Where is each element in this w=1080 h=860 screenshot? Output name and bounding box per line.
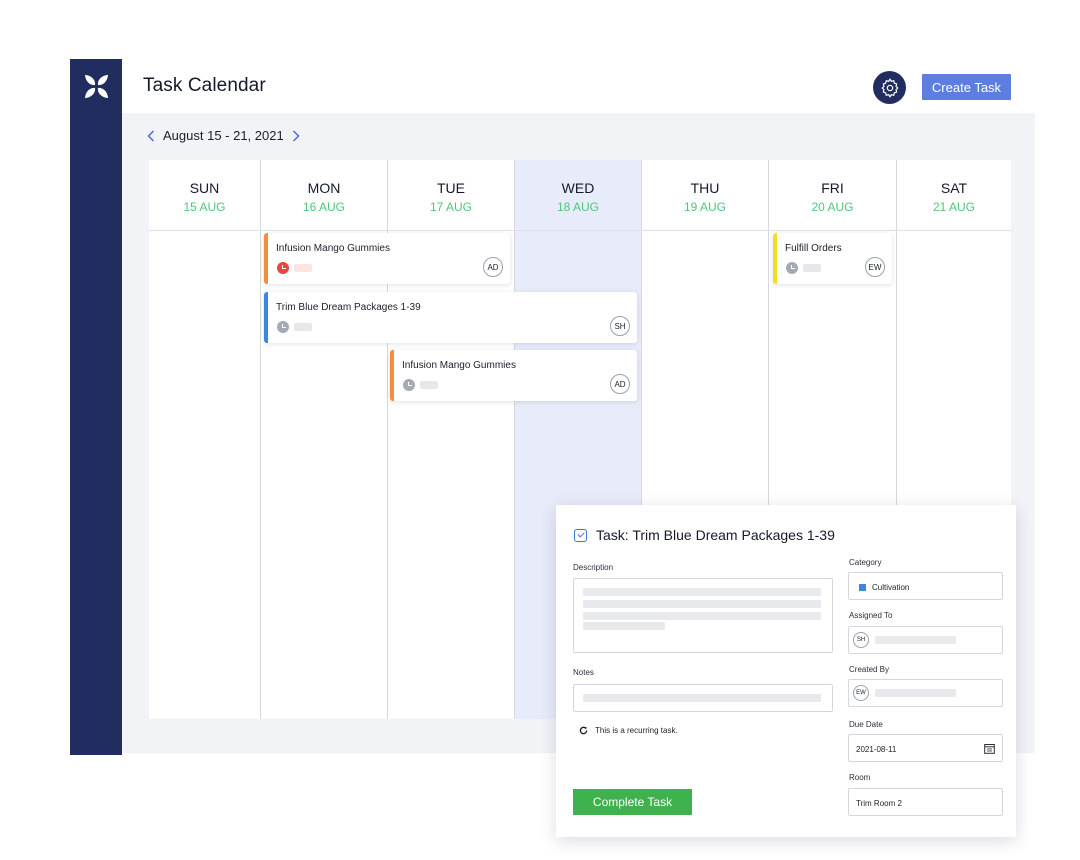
- task-title: Trim Blue Dream Packages 1-39: [276, 302, 421, 313]
- next-week-button[interactable]: [292, 129, 300, 142]
- category-label: Category: [849, 558, 882, 567]
- task-card[interactable]: Infusion Mango Gummies AD: [390, 350, 637, 401]
- task-card[interactable]: Trim Blue Dream Packages 1-39 SH: [264, 292, 637, 343]
- text-placeholder: [583, 694, 821, 702]
- day-date: 21 AUG: [932, 200, 976, 214]
- task-time-placeholder: [294, 323, 312, 331]
- text-placeholder: [875, 636, 956, 644]
- day-date: 17 AUG: [429, 200, 473, 214]
- day-name: THU: [690, 180, 720, 196]
- calendar-icon[interactable]: [984, 743, 995, 754]
- description-label: Description: [573, 563, 614, 572]
- day-date: 15 AUG: [183, 200, 226, 214]
- task-card[interactable]: Infusion Mango Gummies AD: [264, 233, 510, 284]
- day-column-sun[interactable]: SUN 15 AUG: [149, 160, 260, 719]
- task-color-bar: [773, 233, 777, 284]
- clock-icon: [786, 262, 798, 274]
- description-field[interactable]: [573, 578, 833, 653]
- prev-week-button[interactable]: [147, 129, 155, 142]
- assignee-avatar[interactable]: AD: [610, 374, 630, 394]
- notes-field[interactable]: [573, 684, 833, 712]
- clock-icon: [277, 262, 289, 274]
- task-color-bar: [264, 292, 268, 343]
- clock-icon: [403, 379, 415, 391]
- room-label: Room: [849, 773, 871, 782]
- task-title: Fulfill Orders: [785, 243, 842, 254]
- assignee-avatar[interactable]: SH: [610, 316, 630, 336]
- app-logo-icon[interactable]: [83, 73, 110, 100]
- category-value: Cultivation: [872, 583, 910, 592]
- day-name: WED: [561, 180, 595, 196]
- chevron-left-icon: [147, 129, 155, 142]
- week-navigation: August 15 - 21, 2021: [147, 128, 300, 143]
- text-placeholder: [875, 689, 956, 697]
- clock-icon: [277, 321, 289, 333]
- recurring-text: This is a recurring task.: [595, 726, 678, 735]
- task-title: Infusion Mango Gummies: [276, 243, 390, 254]
- due-date-field[interactable]: 2021-08-11: [848, 734, 1003, 762]
- task-checkbox-icon: [574, 529, 587, 542]
- text-placeholder: [583, 622, 665, 630]
- assigned-to-field[interactable]: SH: [848, 626, 1003, 654]
- task-detail-title: Task: Trim Blue Dream Packages 1-39: [596, 527, 835, 543]
- day-name: MON: [307, 180, 341, 196]
- assignee-avatar[interactable]: EW: [865, 257, 885, 277]
- task-color-bar: [264, 233, 268, 284]
- task-color-bar: [390, 350, 394, 401]
- task-detail-panel: Task: Trim Blue Dream Packages 1-39 Desc…: [556, 505, 1016, 837]
- day-name: SUN: [189, 180, 220, 196]
- created-by-label: Created By: [849, 665, 890, 674]
- week-range: August 15 - 21, 2021: [163, 128, 284, 143]
- refresh-icon: [579, 726, 588, 735]
- text-placeholder: [583, 612, 821, 620]
- task-time-placeholder: [294, 264, 312, 272]
- complete-task-button[interactable]: Complete Task: [573, 789, 692, 815]
- task-title: Infusion Mango Gummies: [402, 360, 516, 371]
- day-date: 16 AUG: [302, 200, 346, 214]
- assigned-label: Assigned To: [849, 611, 893, 620]
- room-value: Trim Room 2: [856, 799, 902, 808]
- room-field[interactable]: Trim Room 2: [848, 788, 1003, 816]
- due-date-label: Due Date: [849, 720, 883, 729]
- creator-avatar: EW: [853, 685, 869, 701]
- assignee-avatar[interactable]: AD: [483, 257, 503, 277]
- task-time-placeholder: [420, 381, 438, 389]
- notes-label: Notes: [573, 668, 594, 677]
- day-date: 20 AUG: [811, 200, 854, 214]
- day-name: SAT: [940, 180, 968, 196]
- day-name: TUE: [437, 180, 465, 196]
- created-by-field[interactable]: EW: [848, 679, 1003, 707]
- day-name: FRI: [821, 180, 844, 196]
- sidebar: [70, 59, 122, 755]
- assignee-avatar: SH: [853, 632, 869, 648]
- text-placeholder: [583, 588, 821, 596]
- settings-button[interactable]: [873, 71, 906, 104]
- create-task-button[interactable]: Create Task: [922, 74, 1011, 100]
- day-date: 19 AUG: [683, 200, 727, 214]
- recurring-info: This is a recurring task.: [579, 726, 678, 735]
- task-time-placeholder: [803, 264, 821, 272]
- category-field[interactable]: Cultivation: [848, 572, 1003, 600]
- gear-icon: [880, 77, 899, 98]
- day-date: 18 AUG: [556, 200, 600, 214]
- category-color-swatch: [859, 584, 866, 591]
- chevron-right-icon: [292, 129, 300, 142]
- page-title: Task Calendar: [143, 75, 266, 96]
- due-date-value: 2021-08-11: [856, 745, 897, 754]
- task-card[interactable]: Fulfill Orders EW: [773, 233, 892, 284]
- text-placeholder: [583, 600, 821, 608]
- header-divider: [149, 230, 1011, 231]
